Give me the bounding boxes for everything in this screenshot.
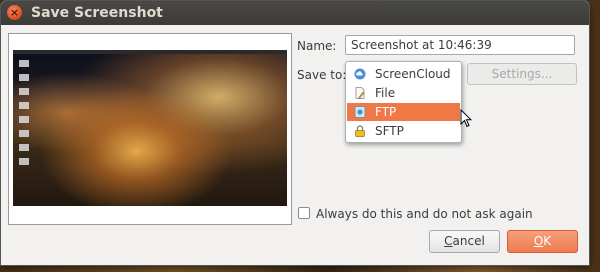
title-bar: × Save Screenshot <box>1 1 589 25</box>
mouse-cursor-icon <box>460 109 472 128</box>
save-to-dropdown-menu[interactable]: ScreenCloud File FTP SFTP <box>345 61 462 143</box>
always-do-this-checkbox[interactable] <box>298 207 310 219</box>
cloud-icon <box>354 68 366 80</box>
name-input[interactable] <box>345 35 575 55</box>
always-do-this-label[interactable]: Always do this and do not ask again <box>316 207 533 221</box>
preview-image <box>13 50 287 206</box>
preview-desktop-icons <box>19 60 31 172</box>
close-button[interactable]: × <box>7 5 22 20</box>
menu-item-label: ScreenCloud <box>375 67 451 81</box>
menu-item-label: FTP <box>375 105 397 119</box>
ftp-icon <box>354 106 366 118</box>
window-title: Save Screenshot <box>31 5 163 21</box>
menu-item-screencloud[interactable]: ScreenCloud <box>347 65 460 83</box>
menu-item-label: File <box>375 86 396 100</box>
preview-top-panel <box>13 50 287 54</box>
save-screenshot-dialog: × Save Screenshot Name: Save to: Setting… <box>0 0 590 266</box>
cancel-button[interactable]: Cancel <box>429 230 500 253</box>
menu-item-label: SFTP <box>375 124 404 138</box>
menu-item-sftp[interactable]: SFTP <box>347 122 460 140</box>
screenshot-preview <box>8 33 292 225</box>
sftp-lock-icon <box>355 125 365 137</box>
settings-button[interactable]: Settings... <box>467 63 577 85</box>
ok-button[interactable]: OK <box>507 230 578 253</box>
file-icon <box>355 87 365 99</box>
name-label: Name: <box>297 39 337 53</box>
menu-item-file[interactable]: File <box>347 84 460 102</box>
save-to-label: Save to: <box>297 68 347 82</box>
menu-item-ftp[interactable]: FTP <box>347 103 460 121</box>
